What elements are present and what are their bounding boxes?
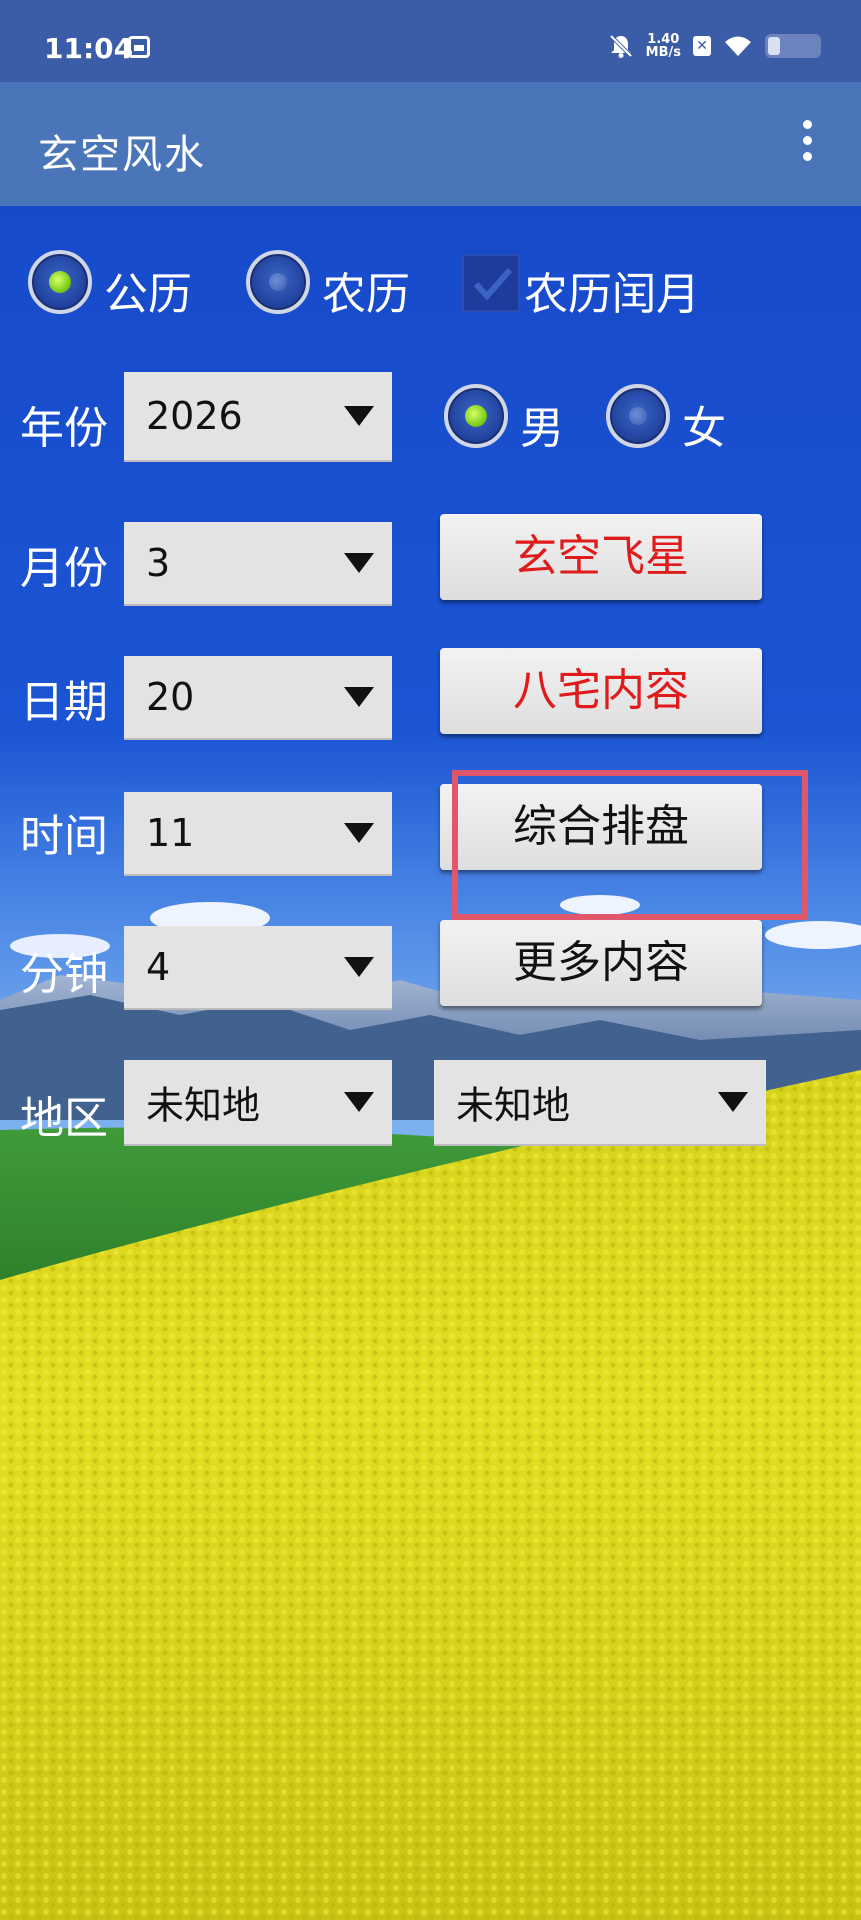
lunar-calendar-label[interactable]: 农历	[322, 258, 410, 322]
female-radio[interactable]	[606, 384, 670, 448]
app-bar: 玄空风水	[0, 82, 861, 206]
highlight-box	[452, 770, 808, 920]
region-value-2: 未知地	[456, 1083, 571, 1128]
status-bar: 11:04 1.40 MB/s ✕	[0, 0, 861, 82]
battery-icon	[765, 34, 821, 58]
calendar-notification-icon	[128, 36, 150, 58]
status-time: 11:04	[44, 32, 134, 65]
minute-label: 分钟	[20, 949, 108, 1000]
minute-value: 4	[146, 945, 171, 989]
dropdown-arrow-icon	[344, 406, 374, 426]
eight-mansions-button-label: 八宅内容	[513, 665, 689, 716]
year-value: 2026	[146, 394, 243, 438]
screen: 11:04 1.40 MB/s ✕ 玄空风水 公历 农历 农历闰月 年份 202…	[0, 0, 861, 1920]
month-value: 3	[146, 541, 171, 585]
month-spinner[interactable]: 3	[124, 522, 392, 606]
day-label: 日期	[20, 677, 108, 728]
dropdown-arrow-icon	[344, 553, 374, 573]
region-label: 地区	[20, 1093, 108, 1144]
minute-spinner[interactable]: 4	[124, 926, 392, 1010]
region-spinner-2[interactable]: 未知地	[434, 1060, 766, 1146]
x-icon: ✕	[693, 36, 711, 56]
dropdown-arrow-icon	[718, 1092, 748, 1112]
dropdown-arrow-icon	[344, 687, 374, 707]
network-speed-unit: MB/s	[645, 45, 681, 60]
more-content-button-label: 更多内容	[513, 937, 689, 988]
flying-star-button-label: 玄空飞星	[513, 531, 689, 582]
network-speed: 1.40 MB/s	[646, 33, 681, 59]
dropdown-arrow-icon	[344, 1092, 374, 1112]
leap-month-label[interactable]: 农历闰月	[524, 258, 700, 322]
solar-calendar-radio[interactable]	[28, 250, 92, 314]
dropdown-arrow-icon	[344, 957, 374, 977]
female-label[interactable]: 女	[682, 392, 726, 456]
year-spinner[interactable]: 2026	[124, 372, 392, 462]
flying-star-button[interactable]: 玄空飞星	[440, 514, 762, 600]
male-radio[interactable]	[444, 384, 508, 448]
month-label: 月份	[20, 543, 108, 594]
more-content-button[interactable]: 更多内容	[440, 920, 762, 1006]
solar-calendar-label[interactable]: 公历	[104, 258, 192, 322]
hour-value: 11	[146, 811, 195, 855]
lunar-calendar-radio[interactable]	[246, 250, 310, 314]
eight-mansions-button[interactable]: 八宅内容	[440, 648, 762, 734]
region-value-1: 未知地	[146, 1083, 261, 1128]
day-value: 20	[146, 675, 195, 719]
checkmark-icon	[473, 268, 513, 301]
day-spinner[interactable]: 20	[124, 656, 392, 740]
more-options-icon[interactable]	[797, 120, 817, 166]
region-spinner-1[interactable]: 未知地	[124, 1060, 392, 1146]
bell-off-icon	[609, 34, 633, 58]
year-label: 年份	[20, 403, 108, 454]
male-label[interactable]: 男	[520, 392, 564, 456]
leap-month-checkbox[interactable]	[462, 254, 520, 312]
hour-label: 时间	[20, 811, 108, 862]
app-title: 玄空风水	[38, 132, 206, 178]
dropdown-arrow-icon	[344, 823, 374, 843]
hour-spinner[interactable]: 11	[124, 792, 392, 876]
wifi-icon	[725, 36, 751, 56]
